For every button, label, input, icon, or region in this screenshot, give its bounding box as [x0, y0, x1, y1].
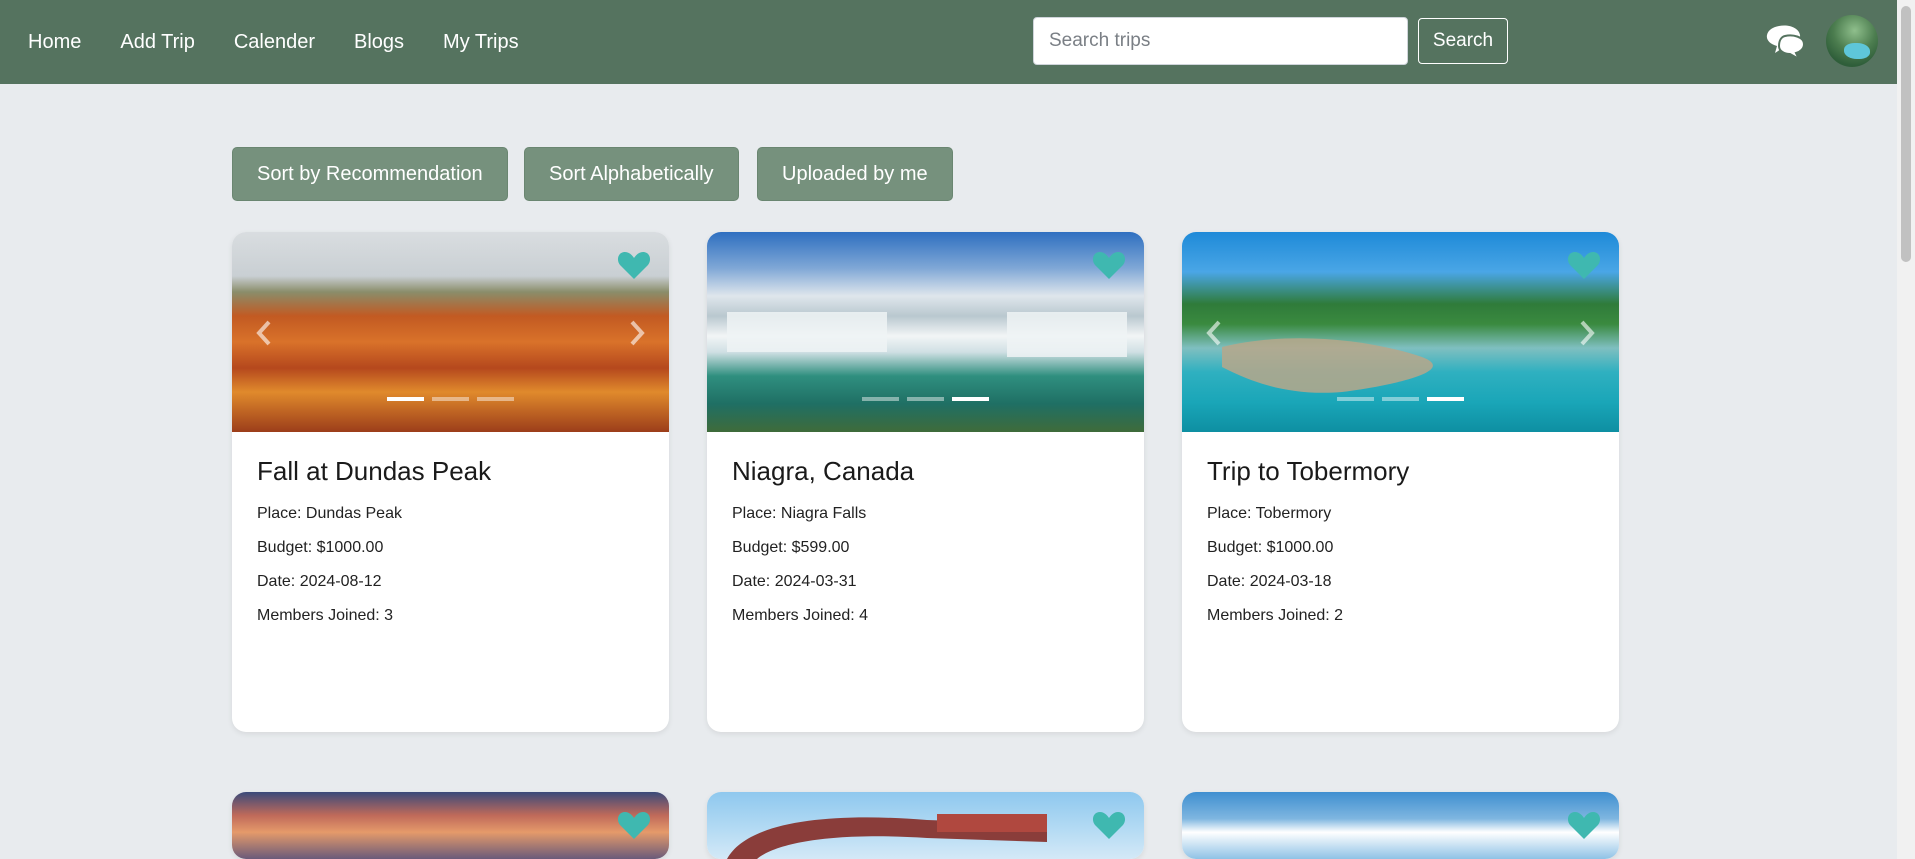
- trip-card[interactable]: Niagra, Canada Place: Niagra Falls Budge…: [707, 232, 1144, 732]
- roller-coaster-shape: [727, 814, 1047, 859]
- trip-members: Members Joined: 3: [257, 607, 394, 624]
- rock-shore-shape: [1222, 338, 1433, 393]
- trip-image-carousel[interactable]: [707, 792, 1144, 859]
- top-navbar: Home Add Trip Calender Blogs My Trips Se…: [0, 0, 1897, 84]
- trip-date: Date: 2024-08-12: [257, 573, 382, 590]
- trip-card[interactable]: [1182, 792, 1619, 859]
- trip-card-body: Trip to Tobermory Place: Tobermory Budge…: [1182, 432, 1619, 657]
- trip-card[interactable]: Trip to Tobermory Place: Tobermory Budge…: [1182, 232, 1619, 732]
- trip-budget: Budget: $1000.00: [257, 539, 384, 556]
- heart-icon[interactable]: [617, 810, 651, 840]
- trip-title: Trip to Tobermory: [1207, 456, 1410, 486]
- carousel-indicator[interactable]: [477, 397, 514, 401]
- carousel-prev-icon[interactable]: [254, 319, 276, 347]
- search-button[interactable]: Search: [1418, 18, 1508, 64]
- avatar-image-detail: [1844, 43, 1870, 59]
- trip-place: Place: Tobermory: [1207, 505, 1332, 522]
- carousel-indicators: [707, 397, 1144, 401]
- trip-budget: Budget: $1000.00: [1207, 539, 1334, 556]
- sort-alphabetical-button[interactable]: Sort Alphabetically: [524, 147, 739, 201]
- trip-budget: Budget: $599.00: [732, 539, 850, 556]
- scrollbar-thumb[interactable]: [1901, 6, 1911, 262]
- trip-place: Place: Dundas Peak: [257, 505, 402, 522]
- trip-image-carousel[interactable]: [1182, 792, 1619, 859]
- carousel-next-icon[interactable]: [625, 319, 647, 347]
- heart-icon[interactable]: [1092, 250, 1126, 280]
- trip-image-carousel[interactable]: [232, 792, 669, 859]
- nav-blogs-link[interactable]: Blogs: [354, 31, 404, 54]
- carousel-indicators: [1182, 397, 1619, 401]
- trip-date: Date: 2024-03-18: [1207, 573, 1332, 590]
- user-avatar[interactable]: [1826, 15, 1878, 67]
- chat-bubbles-icon[interactable]: [1763, 22, 1807, 62]
- trip-members: Members Joined: 4: [732, 607, 869, 624]
- heart-icon[interactable]: [1567, 810, 1601, 840]
- uploaded-by-me-button[interactable]: Uploaded by me: [757, 147, 953, 201]
- carousel-indicator[interactable]: [387, 397, 424, 401]
- carousel-indicator[interactable]: [952, 397, 989, 401]
- carousel-indicator[interactable]: [432, 397, 469, 401]
- trip-card[interactable]: [232, 792, 669, 859]
- nav-add-trip-link[interactable]: Add Trip: [120, 31, 194, 54]
- carousel-prev-icon[interactable]: [1204, 319, 1226, 347]
- heart-icon[interactable]: [1092, 810, 1126, 840]
- trip-place: Place: Niagra Falls: [732, 505, 867, 522]
- waterfall-shape: [727, 312, 1127, 357]
- carousel-indicator[interactable]: [1382, 397, 1419, 401]
- carousel-indicator[interactable]: [862, 397, 899, 401]
- trip-title: Fall at Dundas Peak: [257, 456, 492, 486]
- page-scrollbar[interactable]: [1897, 0, 1915, 859]
- trip-card[interactable]: Fall at Dundas Peak Place: Dundas Peak B…: [232, 232, 669, 732]
- trip-card-body: Fall at Dundas Peak Place: Dundas Peak B…: [232, 432, 669, 657]
- nav-my-trips-link[interactable]: My Trips: [443, 31, 519, 54]
- search-input[interactable]: [1033, 17, 1408, 65]
- trip-title: Niagra, Canada: [732, 456, 915, 486]
- trip-image-carousel[interactable]: [232, 232, 669, 432]
- trip-image-carousel[interactable]: [1182, 232, 1619, 432]
- trip-date: Date: 2024-03-31: [732, 573, 857, 590]
- trip-card[interactable]: [707, 792, 1144, 859]
- sort-recommendation-button[interactable]: Sort by Recommendation: [232, 147, 508, 201]
- trip-members: Members Joined: 2: [1207, 607, 1344, 624]
- carousel-indicator[interactable]: [1427, 397, 1464, 401]
- carousel-indicators: [232, 397, 669, 401]
- nav-links: Home Add Trip Calender Blogs My Trips: [28, 31, 558, 54]
- heart-icon[interactable]: [617, 250, 651, 280]
- heart-icon[interactable]: [1567, 250, 1601, 280]
- carousel-next-icon[interactable]: [1575, 319, 1597, 347]
- nav-calender-link[interactable]: Calender: [234, 31, 315, 54]
- carousel-indicator[interactable]: [1337, 397, 1374, 401]
- carousel-indicator[interactable]: [907, 397, 944, 401]
- nav-home-link[interactable]: Home: [28, 31, 81, 54]
- trip-image-carousel[interactable]: [707, 232, 1144, 432]
- trip-card-body: Niagra, Canada Place: Niagra Falls Budge…: [707, 432, 1144, 657]
